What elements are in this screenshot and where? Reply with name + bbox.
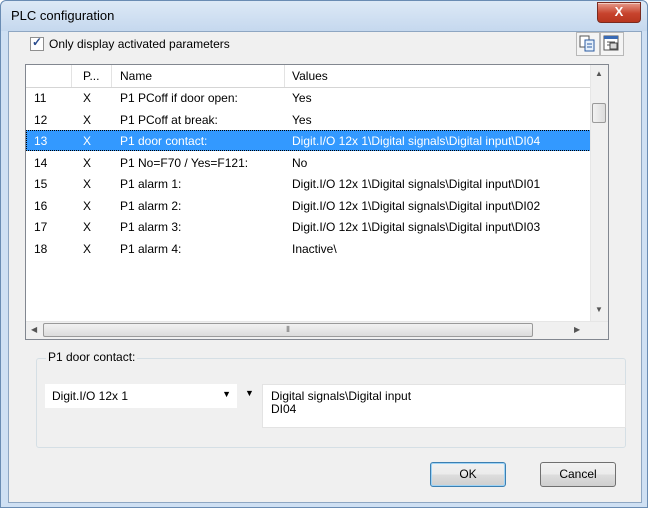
signal-path-line1: Digital signals\Digital input (271, 389, 412, 403)
close-button[interactable]: X (597, 2, 641, 23)
properties-button[interactable] (600, 32, 624, 56)
row-value: No (292, 155, 308, 170)
table-row[interactable]: 15 X P1 alarm 1: Digit.I/O 12x 1\Digital si… (26, 173, 591, 194)
copy-icon (579, 35, 595, 52)
row-value: Digit.I/O 12x 1\Digital signals\Digital … (292, 198, 541, 213)
header-separator (71, 65, 72, 87)
signal-path-line2: DI04 (271, 402, 297, 416)
table-row[interactable]: 17 X P1 alarm 3: Digit.I/O 12x 1\Digital si… (26, 216, 591, 237)
header-separator (284, 65, 285, 87)
row-p-flag: X (83, 241, 92, 256)
cancel-button[interactable]: Cancel (540, 462, 616, 487)
row-value: Digit.I/O 12x 1\Digital signals\Digital … (292, 220, 541, 234)
row-name: P1 alarm 1: (120, 177, 182, 191)
row-p-flag: X (83, 198, 92, 213)
grid-header: P... Name Values (26, 65, 591, 88)
horizontal-scrollbar[interactable]: ◀ ⦀ ▶ (26, 321, 608, 339)
row-name: P1 alarm 2: (120, 198, 182, 213)
detail-group-label: P1 door contact: (46, 350, 138, 364)
scroll-left-icon[interactable]: ◀ (31, 325, 37, 334)
col-header-values[interactable]: Values (292, 69, 328, 83)
row-index: 11 (34, 91, 47, 105)
table-row[interactable]: 13 X P1 door contact: Digit.I/O 12x 1\Digit… (26, 130, 591, 151)
row-value: Digit.I/O 12x 1\Digital signals\Digital … (292, 177, 541, 191)
row-name: P1 PCoff if door open: (120, 91, 238, 105)
table-row[interactable]: 14 X P1 No=F70 / Yes=F121: No (26, 152, 591, 173)
row-p-flag: X (83, 155, 92, 170)
row-value: Yes (292, 91, 312, 105)
row-index: 14 (34, 155, 48, 170)
row-index: 17 (34, 220, 48, 234)
row-index: 16 (34, 198, 48, 213)
horizontal-scroll-thumb[interactable]: ⦀ (43, 323, 533, 337)
row-index: 13 (34, 134, 48, 148)
row-p-flag: X (83, 112, 92, 127)
row-name: P1 PCoff at break: (120, 112, 218, 127)
row-p-flag: X (83, 134, 92, 148)
row-name: P1 alarm 3: (120, 220, 182, 234)
row-p-flag: X (83, 177, 92, 191)
path-dropdown-icon[interactable]: ▼ (245, 388, 254, 398)
copy-button[interactable] (576, 32, 600, 56)
vertical-scroll-thumb[interactable] (592, 103, 606, 123)
table-row[interactable]: 16 X P1 alarm 2: Digit.I/O 12x 1\Digital si… (26, 195, 591, 216)
signal-path-box[interactable]: Digital signals\Digital input DI04 (262, 384, 626, 428)
row-name: P1 door contact: (120, 134, 208, 148)
row-index: 15 (34, 177, 48, 191)
row-name: P1 No=F70 / Yes=F121: (120, 155, 249, 170)
module-select-value: Digit.I/O 12x 1 (52, 389, 129, 403)
title-bar[interactable]: PLC configuration X (1, 1, 647, 31)
parameter-grid[interactable]: P... Name Values 11 X P1 PCoff if door ope… (25, 64, 609, 340)
row-value: Inactive\ (292, 241, 337, 256)
row-name: P1 alarm 4: (120, 241, 182, 256)
row-p-flag: X (83, 91, 92, 105)
col-header-p[interactable]: P... (83, 69, 99, 83)
only-activated-label: Only display activated parameters (49, 37, 230, 51)
row-value: Yes (292, 112, 312, 127)
scroll-corner (591, 322, 608, 339)
close-icon: X (614, 4, 624, 19)
row-value: Digit.I/O 12x 1\Digital signals\Digital … (292, 134, 541, 148)
table-row[interactable]: 18 X P1 alarm 4: Inactive\ (26, 238, 591, 259)
checkmark-icon: ✓ (32, 35, 43, 49)
scroll-down-icon[interactable]: ▼ (595, 305, 603, 314)
row-index: 12 (34, 112, 48, 127)
module-select[interactable]: Digit.I/O 12x 1 ▼ (45, 384, 237, 408)
header-separator (111, 65, 112, 87)
scroll-right-icon[interactable]: ▶ (574, 325, 580, 334)
ok-button[interactable]: OK (430, 462, 506, 487)
window-title: PLC configuration (11, 8, 115, 23)
table-row[interactable]: 11 X P1 PCoff if door open: Yes (26, 87, 591, 108)
row-p-flag: X (83, 220, 92, 234)
scroll-up-icon[interactable]: ▲ (595, 69, 603, 78)
col-header-name[interactable]: Name (120, 69, 152, 83)
only-activated-checkbox[interactable]: ✓ (30, 35, 44, 51)
properties-icon (603, 35, 619, 51)
table-row[interactable]: 12 X P1 PCoff at break: Yes (26, 109, 591, 130)
row-index: 18 (34, 241, 48, 256)
chevron-down-icon[interactable]: ▼ (222, 389, 231, 399)
vertical-scrollbar[interactable]: ▲ ▼ (590, 65, 608, 321)
